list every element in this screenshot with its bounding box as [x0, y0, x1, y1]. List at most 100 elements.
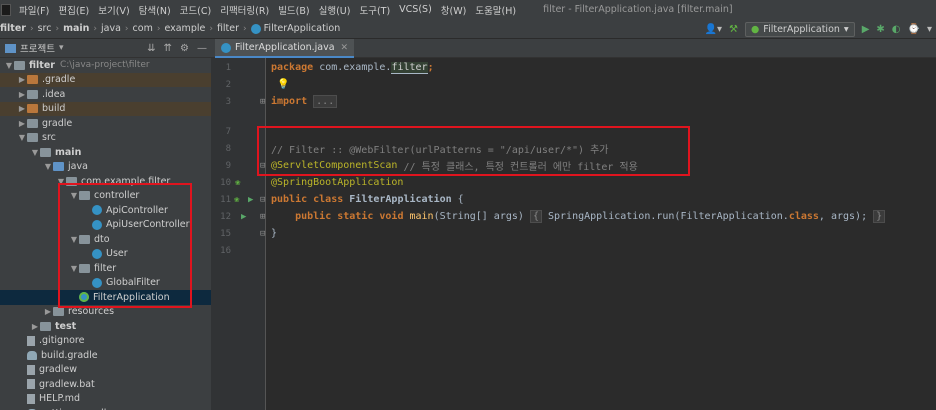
breadcrumb-item-main[interactable]: main — [63, 23, 89, 34]
breadcrumb-item-java[interactable]: java — [101, 23, 121, 34]
menu-help[interactable]: 도움말(H) — [475, 3, 516, 17]
menu-edit[interactable]: 편집(E) — [58, 3, 89, 17]
folded-code[interactable]: { — [529, 210, 542, 223]
project-panel-title[interactable]: 프로젝트 — [20, 41, 55, 55]
profiler-icon[interactable]: ⌚ — [908, 24, 920, 35]
user-icon[interactable]: 👤▾ — [705, 24, 722, 35]
tree-item[interactable]: ▶ .gradle — [0, 72, 211, 87]
menu-view[interactable]: 보기(V) — [98, 3, 129, 17]
chevron-down-icon[interactable]: ▼ — [4, 61, 14, 70]
fold-icon[interactable]: ⊟ — [260, 229, 265, 239]
chevron-right-icon[interactable]: ▶ — [17, 90, 27, 99]
tree-item[interactable]: ▼ com.example.filter — [0, 174, 211, 189]
tree-item[interactable]: User — [0, 247, 211, 262]
tree-item[interactable]: FilterApplication — [0, 290, 211, 305]
breadcrumb-item-src[interactable]: src — [38, 23, 52, 34]
chevron-down-icon[interactable]: ▼ — [69, 191, 79, 200]
menu-refactor[interactable]: 리팩터링(R) — [220, 3, 269, 17]
tree-item[interactable]: ApiController — [0, 203, 211, 218]
run-icon[interactable]: ▶ — [248, 195, 253, 205]
chevron-down-icon[interactable]: ▼ — [69, 264, 79, 273]
tree-item[interactable]: GlobalFilter — [0, 276, 211, 291]
tree-item[interactable]: ▶ .idea — [0, 87, 211, 102]
chevron-right-icon[interactable]: ▶ — [30, 322, 40, 331]
chevron-right-icon[interactable]: ▶ — [17, 75, 27, 84]
build-hammer-icon[interactable]: ⚒ — [729, 24, 738, 35]
breadcrumb-item-project[interactable]: filter — [0, 23, 26, 34]
chevron-right-icon[interactable]: ▶ — [17, 104, 27, 113]
gear-icon[interactable]: ⚙ — [180, 43, 189, 54]
fold-icon[interactable]: ⊟ — [260, 161, 265, 171]
tree-item[interactable]: ▼ controller — [0, 189, 211, 204]
tree-item[interactable]: .gitignore — [0, 334, 211, 349]
run-icon[interactable]: ▶ — [241, 212, 246, 222]
file-icon — [27, 335, 35, 346]
debug-icon[interactable]: ✱ — [876, 24, 884, 35]
chevron-right-icon[interactable]: ▶ — [17, 119, 27, 128]
run-icon[interactable]: ▶ — [862, 24, 870, 35]
fold-icon[interactable]: ⊟ — [260, 195, 265, 205]
breadcrumb-item-filter[interactable]: filter — [217, 23, 239, 34]
tree-item[interactable]: ApiUserController — [0, 218, 211, 233]
menu-navigate[interactable]: 탐색(N) — [139, 3, 171, 17]
lightbulb-icon[interactable]: 💡 — [277, 79, 289, 90]
chevron-down-icon[interactable]: ▼ — [69, 235, 79, 244]
chevron-down-icon[interactable]: ▼ — [30, 148, 40, 157]
tree-item[interactable]: ▼ filter — [0, 261, 211, 276]
chevron-right-icon[interactable]: ▶ — [43, 307, 53, 316]
line-number: 8 — [225, 143, 231, 154]
menu-code[interactable]: 코드(C) — [180, 3, 212, 17]
tree-item[interactable]: ▶ gradle — [0, 116, 211, 131]
tree-item[interactable]: build.gradle — [0, 348, 211, 363]
chevron-down-icon[interactable]: ▾ — [59, 43, 64, 53]
breadcrumb-item-com[interactable]: com — [133, 23, 153, 34]
chevron-down-icon[interactable]: ▼ — [17, 133, 27, 142]
tree-item[interactable]: ▼ src — [0, 131, 211, 146]
fold-icon[interactable]: ⊞ — [260, 97, 265, 107]
spring-bean-icon[interactable]: ❀ — [235, 178, 240, 188]
expand-all-icon[interactable]: ⇊ — [147, 43, 155, 54]
tree-item[interactable]: ▼ main — [0, 145, 211, 160]
tab-filter-application[interactable]: FilterApplication.java ✕ — [215, 39, 355, 58]
tree-item-label: gradlew — [39, 364, 78, 376]
spring-bean-icon[interactable]: ❀ — [234, 195, 239, 205]
folded-code[interactable]: } — [873, 210, 886, 223]
tree-item[interactable]: ▶ build — [0, 101, 211, 116]
tree-item[interactable]: gradlew.bat — [0, 377, 211, 392]
run-configuration-select[interactable]: ● FilterApplication ▾ — [745, 21, 855, 37]
code-line-11: public class FilterApplication { — [271, 191, 464, 208]
code-editor[interactable]: package com.example. filter; 💡 import ...… — [267, 58, 936, 410]
coverage-icon[interactable]: ◐ — [892, 24, 901, 35]
tree-item-label: ApiUserController — [106, 219, 190, 231]
code-text: { — [451, 194, 464, 205]
tree-item[interactable]: ▼ java — [0, 160, 211, 175]
collapse-all-icon[interactable]: ⇈ — [164, 43, 172, 54]
menu-file[interactable]: 파일(F) — [19, 3, 49, 17]
class-icon — [92, 277, 102, 288]
tree-item[interactable]: ▼ dto — [0, 232, 211, 247]
menu-tools[interactable]: 도구(T) — [359, 3, 390, 17]
tree-item[interactable]: HELP.md — [0, 392, 211, 407]
more-icon[interactable]: ▾ — [927, 24, 932, 35]
tree-item-label: build — [42, 103, 66, 115]
menu-build[interactable]: 빌드(B) — [278, 3, 309, 17]
tree-item-label: .gradle — [42, 74, 76, 86]
chevron-down-icon[interactable]: ▼ — [43, 162, 53, 171]
project-panel-header: 프로젝트 ▾ ⇊ ⇈ ⚙ — — [0, 39, 211, 58]
close-icon[interactable]: ✕ — [341, 43, 349, 53]
breadcrumb-item-class[interactable]: FilterApplication — [264, 23, 341, 34]
breadcrumb-item-example[interactable]: example — [164, 23, 205, 34]
menu-vcs[interactable]: VCS(S) — [399, 4, 432, 15]
chevron-down-icon[interactable]: ▼ — [56, 177, 66, 186]
tree-item[interactable]: ▼ filter C:\java-project\filter — [0, 58, 211, 73]
folded-code[interactable]: ... — [313, 95, 338, 108]
tree-item[interactable]: settings.gradle — [0, 406, 211, 410]
spring-class-icon — [250, 23, 261, 34]
tree-item[interactable]: ▶ resources — [0, 305, 211, 320]
tree-item[interactable]: gradlew — [0, 363, 211, 378]
hide-panel-icon[interactable]: — — [197, 43, 207, 54]
tree-item[interactable]: ▶ test — [0, 319, 211, 334]
menu-run[interactable]: 실행(U) — [319, 3, 351, 17]
menu-window[interactable]: 창(W) — [441, 3, 467, 17]
fold-icon[interactable]: ⊞ — [260, 212, 265, 222]
